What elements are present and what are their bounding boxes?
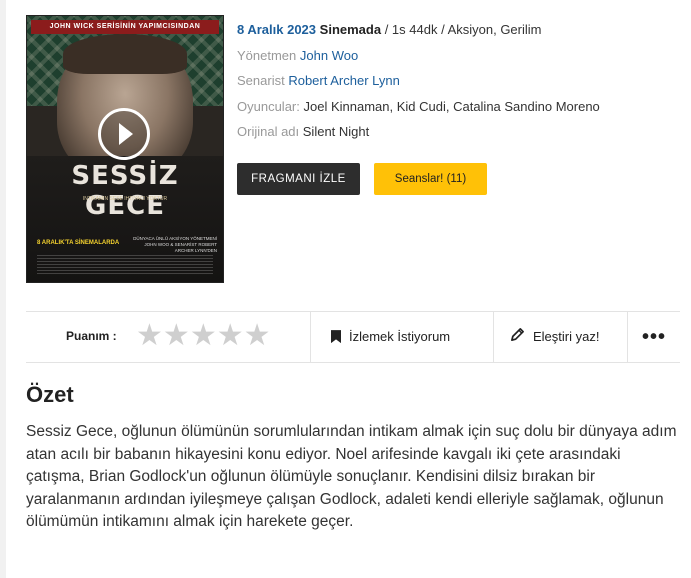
sessions-button[interactable]: Seanslar! (11) — [374, 163, 487, 195]
summary-text: Sessiz Gece, oğlunun ölümünün sorumlular… — [26, 423, 677, 530]
watchlist-button[interactable]: İzlemek İstiyorum — [331, 312, 450, 362]
pencil-icon — [510, 313, 525, 363]
summary-heading: Özet — [26, 382, 74, 407]
star-icon[interactable]: ★ — [217, 321, 244, 351]
star-icon[interactable]: ★ — [190, 321, 217, 351]
poster-title: SESSİZ GECE — [71, 161, 179, 221]
release-status: Sinemada — [319, 22, 382, 37]
poster-tagline: JOHN WICK SERİSİNİN YAPIMCISINDAN — [31, 20, 219, 34]
left-divider — [0, 0, 6, 578]
review-label: Eleştiri yaz! — [533, 329, 600, 344]
cast-row: Oyuncular: Joel Kinnaman, Kid Cudi, Cata… — [237, 97, 600, 123]
bookmark-icon — [331, 330, 341, 344]
writer-row: Senarist Robert Archer Lynn — [237, 71, 600, 97]
director-link[interactable]: John Woo — [300, 48, 358, 63]
director-row: Yönetmen John Woo — [237, 46, 600, 72]
action-bar: Puanım : ★ ★ ★ ★ ★ İzlemek İstiyorum Eleştir… — [26, 311, 680, 363]
movie-info: 8 Aralık 2023 Sinemada / 1s 44dk / Aksiy… — [237, 20, 600, 148]
original-title: Silent Night — [302, 124, 370, 139]
watchlist-label: İzlemek İstiyorum — [349, 329, 451, 344]
play-trailer-button[interactable] — [98, 108, 150, 160]
rating-label: Puanım : — [66, 329, 117, 343]
poster-hair — [63, 34, 187, 74]
poster-subtitle: INTIKAMIN SESE IHTIYACI YOKTUR — [82, 196, 168, 202]
poster-fineprint — [37, 254, 213, 274]
star-icon[interactable]: ★ — [163, 321, 190, 351]
divider — [627, 312, 628, 362]
original-title-row: Orijinal adı Silent Night — [237, 122, 600, 148]
cast-label: Oyuncular: — [237, 98, 300, 114]
release-date[interactable]: 8 Aralık 2023 — [237, 22, 316, 37]
play-icon — [119, 123, 133, 145]
release-row: 8 Aralık 2023 Sinemada / 1s 44dk / Aksiy… — [237, 20, 600, 46]
director-label: Yönetmen — [237, 47, 297, 63]
writer-label: Senarist — [237, 73, 285, 88]
poster-credits: DÜNYACA ÜNLÜ AKSİYON YÖNETMENİ JOHN WOO … — [133, 236, 217, 253]
divider — [310, 312, 311, 362]
star-icon[interactable]: ★ — [136, 321, 163, 351]
divider — [493, 312, 494, 362]
more-options-button[interactable]: ••• — [642, 312, 666, 362]
cast-list: Joel Kinnaman, Kid Cudi, Catalina Sandin… — [303, 98, 600, 114]
writer-link[interactable]: Robert Archer Lynn — [288, 73, 400, 88]
star-icon[interactable]: ★ — [244, 321, 271, 351]
movie-meta: / 1s 44dk / Aksiyon, Gerilim — [384, 22, 542, 37]
watch-trailer-button[interactable]: FRAGMANI İZLE — [237, 163, 360, 195]
original-title-label: Orijinal adı — [237, 124, 300, 139]
write-review-button[interactable]: Eleştiri yaz! — [510, 312, 599, 362]
poster-release-note: 8 ARALIK'TA SİNEMALARDA — [37, 240, 120, 246]
rating-stars[interactable]: ★ ★ ★ ★ ★ — [136, 321, 271, 351]
